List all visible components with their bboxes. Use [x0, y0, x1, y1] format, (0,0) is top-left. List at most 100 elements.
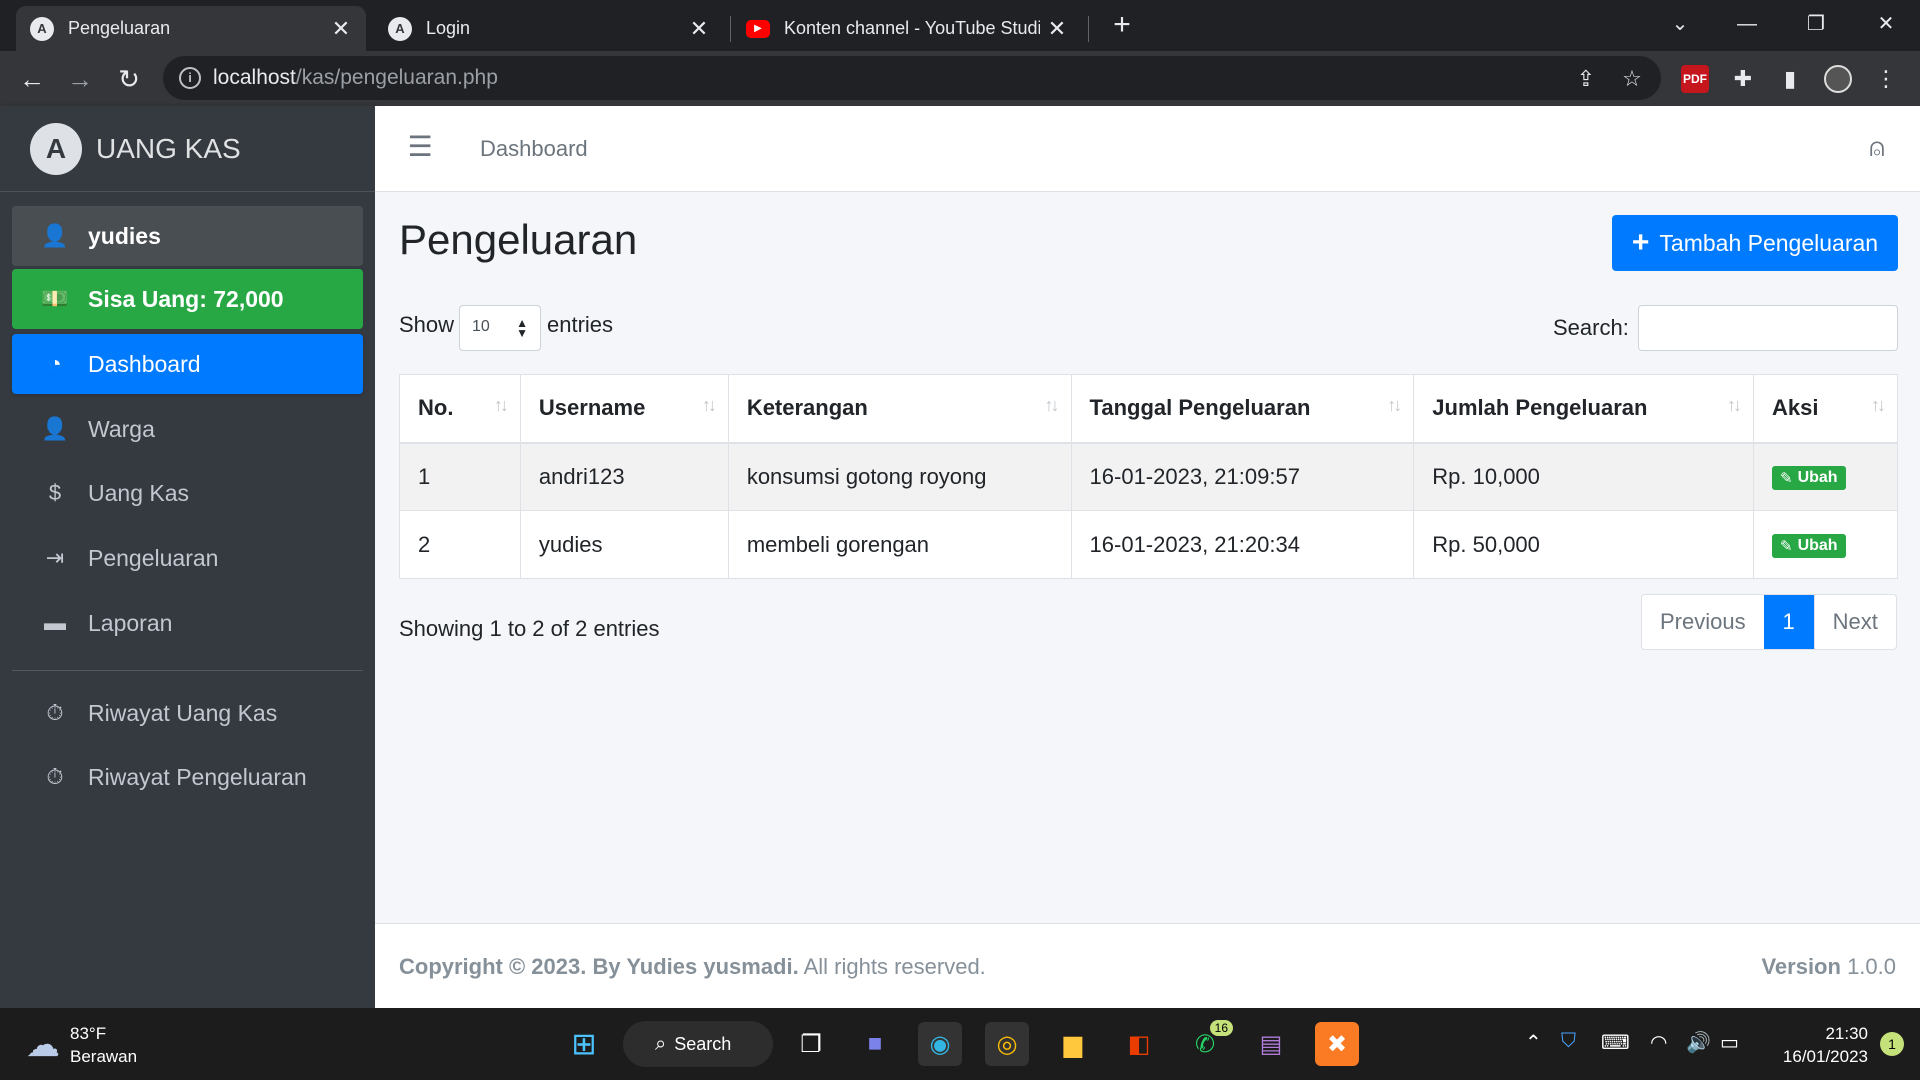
close-tab-icon[interactable]: ✕: [1046, 16, 1068, 42]
close-tab-icon[interactable]: ✕: [688, 16, 710, 42]
minimize-button[interactable]: —: [1727, 6, 1767, 42]
wifi-icon[interactable]: ◠: [1650, 1030, 1667, 1055]
bookmark-star-icon[interactable]: ☆: [1619, 68, 1645, 90]
chrome-browser-icon[interactable]: ◎: [985, 1022, 1029, 1066]
extensions-puzzle-icon[interactable]: ✚: [1729, 65, 1757, 93]
brand-link[interactable]: A UANG KAS: [0, 106, 375, 192]
pagination-previous[interactable]: Previous: [1642, 595, 1764, 649]
column-header-username[interactable]: Username ↑↓: [519, 374, 729, 444]
sidebar: A UANG KAS 👤 yudies 💵 Sisa Uang: 72,000 …: [0, 106, 375, 1008]
taskbar-search[interactable]: ⌕ Search: [623, 1021, 773, 1067]
app-favicon-icon: A: [30, 16, 54, 41]
tab-pengeluaran[interactable]: A Pengeluaran ✕: [16, 6, 366, 51]
windows-start-icon[interactable]: ⊞: [562, 1022, 606, 1066]
new-tab-button[interactable]: +: [1108, 8, 1136, 44]
forward-arrow-icon[interactable]: →: [62, 61, 98, 97]
select-arrows-icon: ▲ ▼: [516, 316, 528, 340]
browser-toolbar: ← → ↻ i localhost/kas/pengeluaran.php ⇪ …: [0, 51, 1920, 106]
tab-title: Login: [426, 18, 471, 38]
tab-search-chevron-icon[interactable]: ⌄: [1660, 6, 1700, 42]
cell-tanggal: 16-01-2023, 21:09:57: [1070, 442, 1415, 511]
office-icon[interactable]: ◧: [1117, 1022, 1161, 1066]
edge-browser-icon[interactable]: ◉: [918, 1022, 962, 1066]
pagination: Previous 1 Next: [1641, 594, 1897, 650]
sort-icon: ↑↓: [1044, 395, 1060, 415]
address-bar[interactable]: i localhost/kas/pengeluaran.php ⇪ ☆: [163, 56, 1661, 100]
weather-widget[interactable]: ☁ 83°F Berawan: [26, 1022, 137, 1068]
browser-menu-icon[interactable]: ⋮: [1872, 65, 1900, 93]
back-arrow-icon[interactable]: ←: [14, 61, 50, 97]
column-header-keterangan[interactable]: Keterangan ↑↓: [727, 374, 1072, 444]
column-header-no[interactable]: No. ↑↓: [399, 374, 521, 444]
hamburger-menu-icon[interactable]: ☰: [405, 132, 435, 162]
sidebar-item-riwayat-pengeluaran[interactable]: ⏱ Riwayat Pengeluaran: [12, 747, 363, 807]
keyboard-icon[interactable]: ⌨: [1601, 1030, 1630, 1055]
pdf-extension-icon[interactable]: PDF: [1681, 65, 1709, 93]
sidebar-item-laporan[interactable]: ▬ Laporan: [12, 593, 363, 653]
cell-username: andri123: [519, 442, 729, 511]
edit-button[interactable]: ✎ Ubah: [1772, 534, 1846, 558]
cell-keterangan: konsumsi gotong royong: [727, 442, 1072, 511]
volume-icon[interactable]: 🔊: [1686, 1030, 1711, 1055]
close-window-button[interactable]: ✕: [1866, 6, 1906, 42]
whatsapp-badge: 16: [1209, 1020, 1233, 1036]
copyright: Copyright © 2023. By Yudies yusmadi. All…: [399, 954, 986, 980]
xampp-icon[interactable]: ✖: [1315, 1022, 1359, 1066]
sidebar-item-warga[interactable]: 👤 Warga: [12, 399, 363, 459]
pagination-next[interactable]: Next: [1813, 595, 1896, 649]
entries-length-select[interactable]: 10 ▲ ▼: [459, 305, 541, 351]
teams-chat-icon[interactable]: ■: [853, 1022, 897, 1066]
column-header-label: Aksi: [1772, 395, 1819, 421]
sign-out-icon: ⇥: [45, 545, 65, 570]
sidebar-item-dashboard[interactable]: ◔ Dashboard: [12, 334, 363, 394]
sidebar-item-pengeluaran[interactable]: ⇥ Pengeluaran: [12, 528, 363, 588]
profile-avatar[interactable]: [1824, 65, 1852, 93]
cloud-sun-icon: ☁: [26, 1026, 60, 1064]
file-explorer-icon[interactable]: ▆: [1051, 1022, 1095, 1066]
add-expense-button[interactable]: + Tambah Pengeluaran: [1612, 215, 1898, 271]
share-icon[interactable]: ⇪: [1573, 68, 1599, 90]
reload-icon[interactable]: ↻: [111, 61, 147, 97]
weather-desc: Berawan: [70, 1047, 138, 1066]
system-clock[interactable]: 21:30 16/01/2023: [1783, 1022, 1868, 1068]
sort-icon: ↑↓: [1387, 395, 1402, 415]
restore-button[interactable]: ❐: [1796, 6, 1836, 42]
clock-date: 16/01/2023: [1782, 1047, 1868, 1066]
winrar-icon[interactable]: ▤: [1249, 1022, 1293, 1066]
battery-icon[interactable]: ▭: [1720, 1030, 1739, 1055]
copyright-author[interactable]: Copyright © 2023. By Yudies yusmadi.: [399, 954, 799, 979]
version-value: 1.0.0: [1847, 954, 1896, 979]
tab-youtube-studio[interactable]: ▶ Konten channel - YouTube Studio ✕: [732, 6, 1082, 51]
user-tie-icon: 👤: [41, 416, 69, 441]
weather-temp: 83°F: [70, 1024, 107, 1043]
user-menu-icon[interactable]: ⍝: [1862, 132, 1892, 162]
version-label: Version: [1761, 954, 1841, 979]
file-icon: ▬: [44, 610, 66, 635]
tab-title: Pengeluaran: [68, 18, 171, 38]
sidebar-balance[interactable]: 💵 Sisa Uang: 72,000: [12, 269, 363, 329]
whatsapp-icon[interactable]: ✆ 16: [1183, 1020, 1233, 1066]
tab-login[interactable]: A Login ✕: [374, 6, 724, 51]
task-view-icon[interactable]: ❐: [789, 1022, 833, 1066]
sort-icon: ↑↓: [701, 395, 717, 415]
footer: Copyright © 2023. By Yudies yusmadi. All…: [375, 923, 1920, 1008]
breadcrumb-dashboard[interactable]: Dashboard: [480, 136, 588, 162]
page-title: Pengeluaran: [399, 216, 638, 263]
sidebar-item-uang-kas[interactable]: $ Uang Kas: [12, 463, 363, 523]
security-shield-icon[interactable]: ⛉: [1561, 1030, 1576, 1053]
search-label: Search:: [1553, 315, 1629, 340]
column-header-aksi[interactable]: Aksi ↑↓: [1753, 374, 1898, 444]
side-panel-icon[interactable]: ▮: [1776, 65, 1804, 93]
close-tab-icon[interactable]: ✕: [330, 16, 352, 42]
pagination-page-1[interactable]: 1: [1763, 595, 1814, 649]
edit-button[interactable]: ✎ Ubah: [1772, 466, 1846, 491]
search-icon: ⌕: [655, 1032, 667, 1055]
column-header-jumlah[interactable]: Jumlah Pengeluaran ↑↓: [1413, 374, 1754, 444]
show-hidden-icons-chevron-icon[interactable]: ⌃: [1525, 1030, 1542, 1055]
search-input[interactable]: [1638, 305, 1898, 351]
sidebar-item-riwayat-uang-kas[interactable]: ⏱ Riwayat Uang Kas: [12, 683, 363, 743]
column-header-tanggal[interactable]: Tanggal Pengeluaran ↑↓: [1070, 374, 1415, 444]
sidebar-user[interactable]: 👤 yudies: [12, 206, 363, 266]
notification-badge[interactable]: 1: [1880, 1032, 1904, 1056]
site-info-icon[interactable]: i: [179, 67, 201, 89]
